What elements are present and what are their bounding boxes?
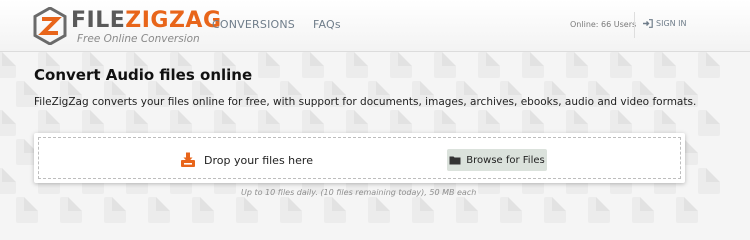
- main-nav: CONVERSIONS FAQs: [212, 18, 341, 31]
- download-tray-icon: [181, 152, 195, 167]
- nav-conversions[interactable]: CONVERSIONS: [212, 18, 295, 31]
- zigzag-logo-icon: [33, 7, 67, 45]
- drop-files-area[interactable]: Drop your files here: [180, 152, 313, 168]
- page-title: Convert Audio files online: [34, 66, 253, 84]
- file-dropzone[interactable]: Drop your files here Browse for Files: [34, 133, 685, 183]
- nav-faqs[interactable]: FAQs: [313, 18, 341, 31]
- dropzone-dashed-border: Drop your files here Browse for Files: [38, 137, 681, 179]
- sign-in-link[interactable]: SIGN IN: [643, 19, 687, 28]
- sign-in-icon: [643, 19, 653, 28]
- main-content: Convert Audio files online FileZigZag co…: [34, 66, 696, 108]
- header-divider: [634, 12, 635, 38]
- online-users-count: Online: 66 Users: [570, 20, 637, 29]
- upload-limits-note: Up to 10 files daily. (10 files remainin…: [241, 188, 477, 197]
- drop-files-label: Drop your files here: [204, 153, 313, 167]
- site-header: FILEZIGZAG Free Online Conversion CONVER…: [0, 0, 750, 52]
- folder-icon: [449, 156, 461, 165]
- sign-in-label: SIGN IN: [656, 19, 687, 28]
- site-logo[interactable]: FILEZIGZAG Free Online Conversion: [33, 5, 221, 47]
- logo-tagline: Free Online Conversion: [77, 33, 200, 45]
- page-description: FileZigZag converts your files online fo…: [34, 96, 697, 108]
- browse-files-label: Browse for Files: [466, 154, 545, 166]
- logo-wordmark: FILEZIGZAG: [71, 8, 222, 33]
- browse-files-button[interactable]: Browse for Files: [447, 149, 547, 171]
